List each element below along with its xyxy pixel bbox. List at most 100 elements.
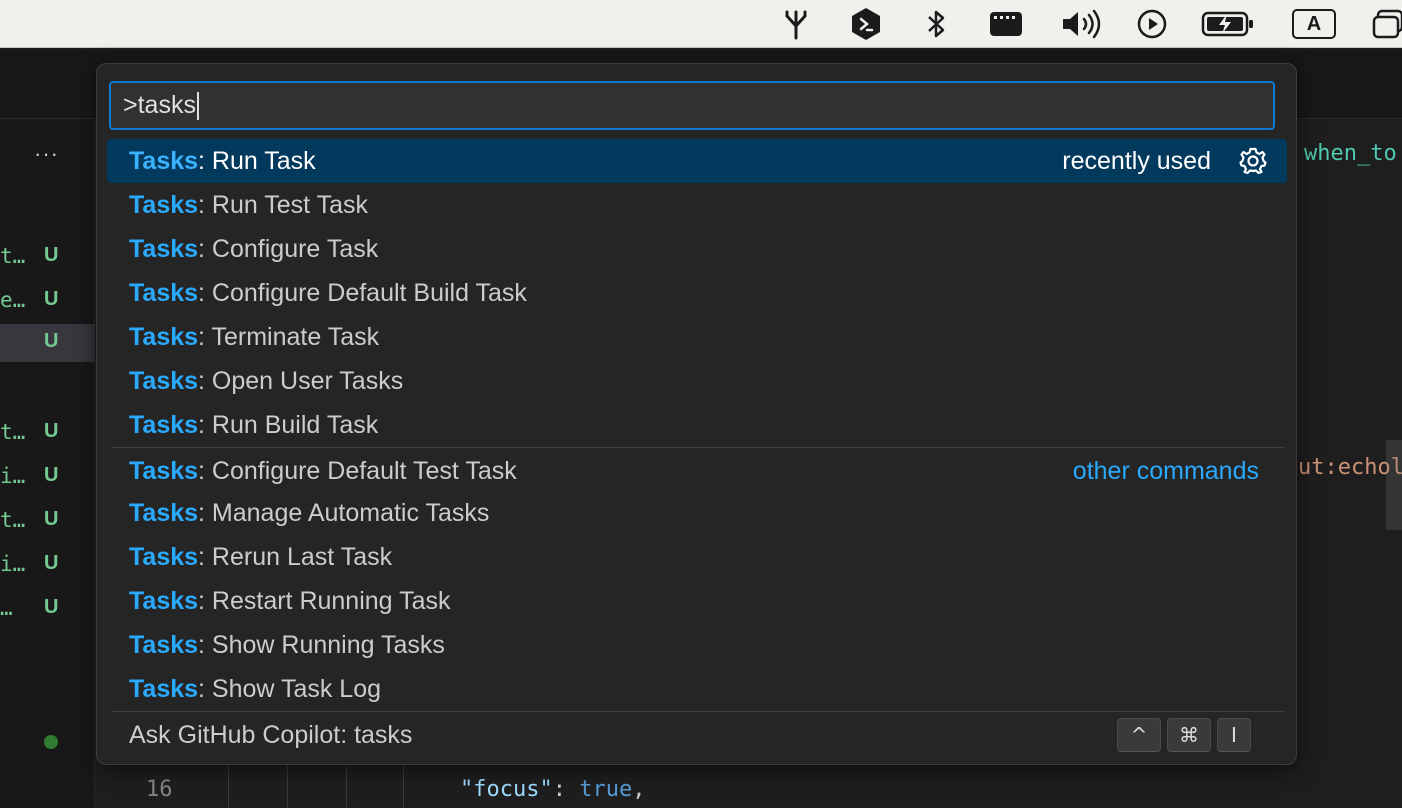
command-label: Tasks: Restart Running Task bbox=[129, 587, 450, 616]
command-item[interactable]: Tasks: Show Task Log bbox=[107, 667, 1287, 711]
command-item[interactable]: Tasks: Manage Automatic Tasks bbox=[107, 491, 1287, 535]
shortcut-key-ctrl: ^ bbox=[1117, 718, 1161, 752]
command-prefix: Tasks bbox=[129, 235, 199, 263]
fork-icon[interactable] bbox=[776, 6, 816, 42]
line-number: 16 bbox=[146, 777, 173, 802]
untracked-status: U bbox=[44, 288, 59, 310]
command-palette-input-value: >tasks bbox=[123, 91, 196, 119]
command-item[interactable]: Tasks: Configure Default Build Task bbox=[107, 271, 1287, 315]
file-row[interactable]: … U bbox=[0, 590, 95, 628]
command-prefix: Tasks bbox=[129, 457, 199, 485]
shortcut-key-cmd: ⌘ bbox=[1167, 718, 1211, 752]
command-name: : Configure Task bbox=[198, 235, 379, 263]
code-comma: , bbox=[632, 777, 646, 802]
command-name: : Open User Tasks bbox=[198, 367, 404, 395]
recently-used-label: recently used bbox=[1062, 147, 1211, 175]
command-prefix: Tasks bbox=[129, 191, 199, 219]
command-label: Tasks: Rerun Last Task bbox=[129, 543, 392, 572]
ask-copilot-item[interactable]: Ask GitHub Copilot: tasks bbox=[107, 713, 1287, 757]
command-name: : Restart Running Task bbox=[198, 587, 451, 615]
file-row[interactable]: i… U bbox=[0, 546, 95, 584]
command-item[interactable]: Tasks: Open User Tasks bbox=[107, 359, 1287, 403]
command-item[interactable]: Tasks: Terminate Task bbox=[107, 315, 1287, 359]
command-name: : Manage Automatic Tasks bbox=[198, 499, 490, 527]
command-palette-input[interactable]: >tasks bbox=[109, 81, 1275, 130]
command-prefix: Tasks bbox=[129, 279, 199, 307]
group-separator bbox=[111, 711, 1285, 712]
command-label: Tasks: Configure Default Test Task bbox=[129, 457, 517, 486]
input-source-icon[interactable]: A bbox=[1290, 6, 1338, 42]
command-prefix: Tasks bbox=[129, 631, 199, 659]
screen-mirroring-icon[interactable] bbox=[1372, 6, 1402, 42]
file-name: i… bbox=[0, 552, 26, 576]
command-prefix: Tasks bbox=[129, 323, 199, 351]
volume-icon[interactable] bbox=[1058, 6, 1104, 42]
battery-charging-icon bbox=[1200, 6, 1256, 42]
command-name: : Configure Default Build Task bbox=[198, 279, 527, 307]
untracked-status: U bbox=[44, 464, 59, 486]
file-name: … bbox=[0, 596, 13, 620]
command-prefix: Tasks bbox=[129, 675, 199, 703]
untracked-status: U bbox=[44, 596, 59, 618]
command-name: : Terminate Task bbox=[198, 323, 380, 351]
menu-bar: A bbox=[0, 0, 1402, 48]
command-prefix: Tasks bbox=[129, 543, 199, 571]
file-name: t… bbox=[0, 508, 26, 532]
command-prefix: Tasks bbox=[129, 587, 199, 615]
display-icon[interactable] bbox=[986, 6, 1026, 42]
command-item[interactable]: Tasks: Show Running Tasks bbox=[107, 623, 1287, 667]
command-label: Tasks: Run Build Task bbox=[129, 411, 378, 440]
terminal-shield-icon[interactable] bbox=[846, 6, 886, 42]
untracked-status: U bbox=[44, 244, 59, 266]
command-prefix: Tasks bbox=[129, 367, 199, 395]
command-item[interactable]: Tasks: Run Build Task bbox=[107, 403, 1287, 447]
file-row-selected[interactable]: U bbox=[0, 324, 95, 362]
command-name: : Run Test Task bbox=[198, 191, 369, 219]
command-prefix: Tasks bbox=[129, 411, 199, 439]
command-label: Tasks: Terminate Task bbox=[129, 323, 379, 352]
file-row[interactable]: t… U bbox=[0, 414, 95, 452]
untracked-status: U bbox=[44, 552, 59, 574]
ask-copilot-label: Ask GitHub Copilot: tasks bbox=[129, 721, 413, 749]
command-item[interactable]: Tasks: Configure Task bbox=[107, 227, 1287, 271]
command-prefix: Tasks bbox=[129, 147, 199, 175]
command-item[interactable]: Tasks: Rerun Last Task bbox=[107, 535, 1287, 579]
file-name: i… bbox=[0, 464, 26, 488]
command-label: Tasks: Configure Task bbox=[129, 235, 378, 264]
command-palette: >tasks Tasks: Run Task recently used Tas… bbox=[96, 63, 1297, 765]
other-commands-label: other commands bbox=[1072, 457, 1259, 485]
file-name: t… bbox=[0, 420, 26, 444]
more-actions-button[interactable]: ··· bbox=[34, 141, 59, 167]
command-item-run-task[interactable]: Tasks: Run Task recently used bbox=[107, 139, 1287, 183]
untracked-status: U bbox=[44, 330, 59, 352]
command-label: Tasks: Manage Automatic Tasks bbox=[129, 499, 489, 528]
command-item[interactable]: Tasks: Configure Default Test Task other… bbox=[107, 449, 1287, 493]
play-circle-icon[interactable] bbox=[1134, 6, 1170, 42]
text-caret bbox=[196, 91, 199, 120]
command-name: : Show Running Tasks bbox=[198, 631, 445, 659]
command-name: : Run Task bbox=[198, 147, 316, 175]
file-row[interactable]: t… U bbox=[0, 238, 95, 276]
gear-icon[interactable] bbox=[1237, 145, 1269, 177]
editor-edge-text: when_to bbox=[1304, 141, 1397, 166]
bluetooth-icon[interactable] bbox=[918, 6, 954, 42]
shortcut-key-i: I bbox=[1217, 718, 1251, 752]
file-row[interactable]: e… U bbox=[0, 282, 95, 320]
command-name: : Show Task Log bbox=[198, 675, 382, 703]
code-line[interactable]: "focus": true, bbox=[460, 777, 645, 802]
editor-scrollbar[interactable] bbox=[1386, 440, 1402, 530]
command-item[interactable]: Tasks: Restart Running Task bbox=[107, 579, 1287, 623]
file-row[interactable]: i… U bbox=[0, 458, 95, 496]
command-item[interactable]: Tasks: Run Test Task bbox=[107, 183, 1287, 227]
file-row[interactable]: t… U bbox=[0, 502, 95, 540]
file-name: t… bbox=[0, 244, 26, 268]
code-colon: : bbox=[552, 777, 580, 802]
command-label: Tasks: Show Running Tasks bbox=[129, 631, 445, 660]
command-label: Tasks: Run Test Task bbox=[129, 191, 368, 220]
command-name: : Rerun Last Task bbox=[198, 543, 393, 571]
group-separator bbox=[111, 447, 1285, 448]
code-value: true bbox=[579, 777, 633, 802]
command-prefix: Tasks bbox=[129, 499, 199, 527]
file-name: e… bbox=[0, 288, 26, 312]
command-label: Tasks: Run Task bbox=[129, 147, 316, 176]
